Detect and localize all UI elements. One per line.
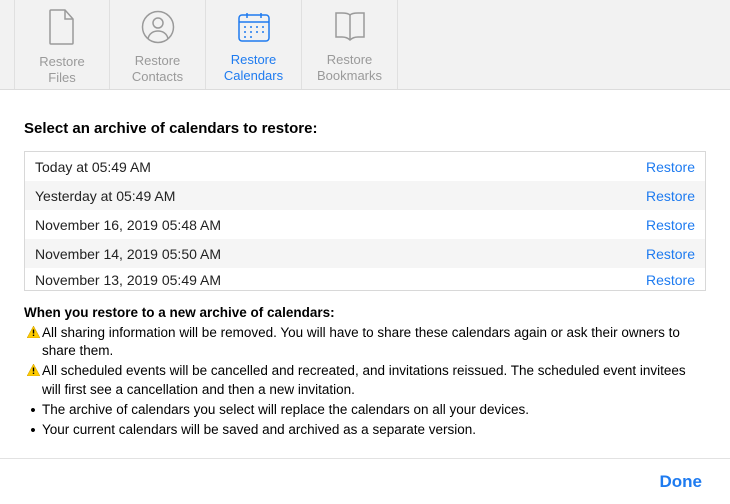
- archive-list: Today at 05:49 AM Restore Yesterday at 0…: [24, 151, 706, 291]
- archive-timestamp: November 13, 2019 05:49 AM: [35, 272, 221, 288]
- done-button[interactable]: Done: [660, 472, 703, 492]
- bookmark-icon: [332, 11, 368, 48]
- bullet-icon: [24, 401, 42, 418]
- section-title: Select an archive of calendars to restor…: [24, 120, 706, 137]
- content: Select an archive of calendars to restor…: [0, 90, 730, 439]
- notes-title: When you restore to a new archive of cal…: [24, 305, 706, 320]
- tab-restore-files[interactable]: Restore Files: [14, 0, 110, 89]
- archive-row[interactable]: November 16, 2019 05:48 AM Restore: [25, 210, 705, 239]
- note-line: All scheduled events will be cancelled a…: [24, 362, 706, 398]
- restore-link[interactable]: Restore: [646, 272, 695, 288]
- restore-link[interactable]: Restore: [646, 188, 695, 204]
- archive-timestamp: November 14, 2019 05:50 AM: [35, 246, 221, 262]
- tab-label: Restore Calendars: [224, 52, 283, 83]
- archive-timestamp: Today at 05:49 AM: [35, 159, 151, 175]
- archive-row[interactable]: November 13, 2019 05:49 AM Restore: [25, 268, 705, 291]
- archive-row[interactable]: Today at 05:49 AM Restore: [25, 152, 705, 181]
- restore-link[interactable]: Restore: [646, 246, 695, 262]
- notes: When you restore to a new archive of cal…: [24, 305, 706, 439]
- note-text: All scheduled events will be cancelled a…: [42, 362, 706, 398]
- note-text: All sharing information will be removed.…: [42, 324, 706, 360]
- note-line: The archive of calendars you select will…: [24, 401, 706, 419]
- tab-label: Restore Bookmarks: [317, 52, 382, 83]
- toolbar: Restore Files Restore Contacts Restore C…: [0, 0, 730, 90]
- calendar-icon: [237, 11, 271, 48]
- archive-row[interactable]: Yesterday at 05:49 AM Restore: [25, 181, 705, 210]
- warning-icon: [24, 362, 42, 376]
- warning-icon: [24, 324, 42, 338]
- note-text: Your current calendars will be saved and…: [42, 421, 706, 439]
- restore-link[interactable]: Restore: [646, 159, 695, 175]
- restore-link[interactable]: Restore: [646, 217, 695, 233]
- archive-timestamp: November 16, 2019 05:48 AM: [35, 217, 221, 233]
- contact-icon: [141, 10, 175, 49]
- tab-restore-bookmarks[interactable]: Restore Bookmarks: [302, 0, 398, 89]
- note-line: Your current calendars will be saved and…: [24, 421, 706, 439]
- note-text: The archive of calendars you select will…: [42, 401, 706, 419]
- tab-label: Restore Files: [39, 54, 85, 85]
- footer: Done: [0, 458, 730, 504]
- note-line: All sharing information will be removed.…: [24, 324, 706, 360]
- tab-label: Restore Contacts: [132, 53, 183, 84]
- file-icon: [47, 9, 77, 50]
- tab-restore-contacts[interactable]: Restore Contacts: [110, 0, 206, 89]
- bullet-icon: [24, 421, 42, 438]
- tab-restore-calendars[interactable]: Restore Calendars: [206, 0, 302, 89]
- archive-row[interactable]: November 14, 2019 05:50 AM Restore: [25, 239, 705, 268]
- archive-timestamp: Yesterday at 05:49 AM: [35, 188, 175, 204]
